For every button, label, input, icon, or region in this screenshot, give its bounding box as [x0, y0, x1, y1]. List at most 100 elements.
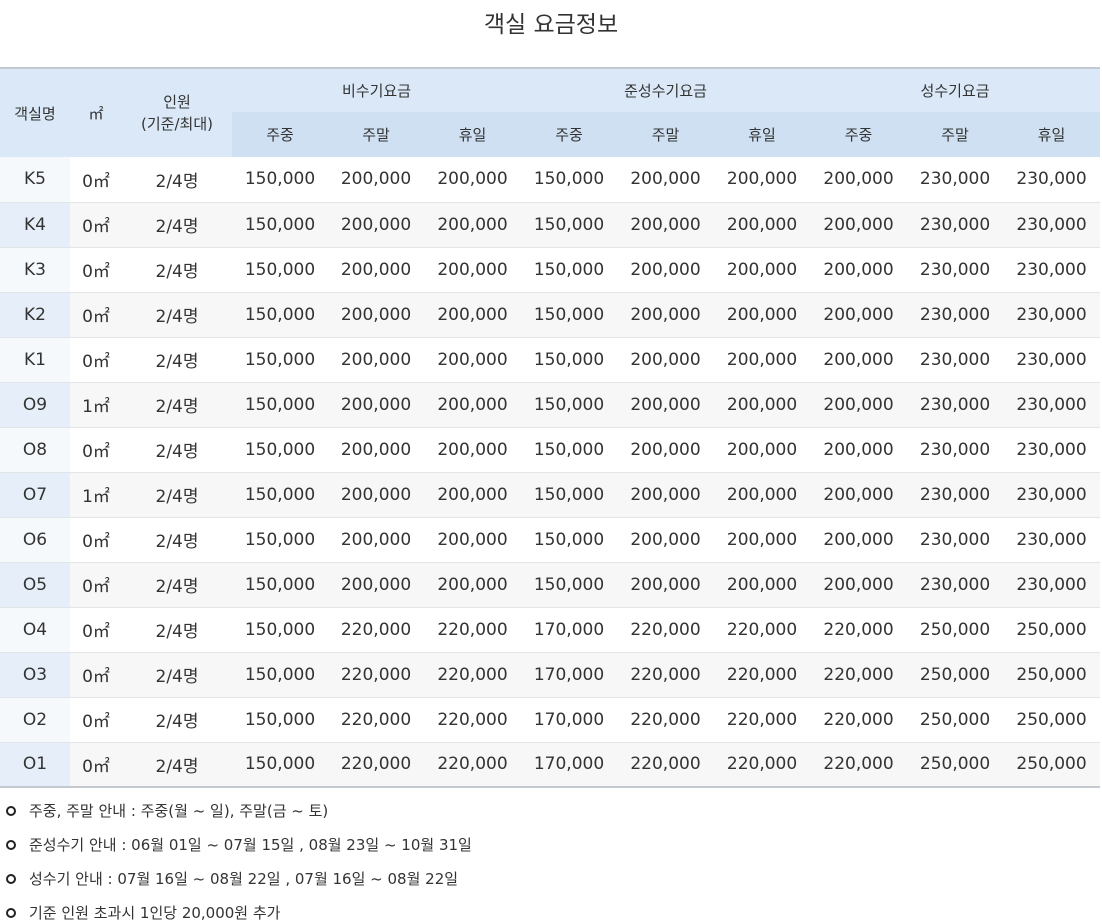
- area-cell: 0㎡: [70, 561, 122, 607]
- header-season-semi-peak: 준성수기요금: [521, 68, 811, 112]
- table-row: K1 0㎡ 2/4명 150,000 200,000 200,000 150,000 200,…: [0, 336, 1101, 382]
- rate-cell: 200,000: [617, 201, 715, 247]
- circle-bullet-icon: [6, 840, 16, 850]
- room-name-cell: O6: [0, 516, 70, 562]
- area-cell: 1㎡: [70, 471, 122, 517]
- rate-cell: 200,000: [726, 169, 798, 190]
- rate-cell: 150,000: [232, 606, 328, 652]
- occupancy-cell: 2/4명: [122, 561, 232, 607]
- rate-table: 객실명 ㎡ 인원 (기준/최대) 비수기요금 준성수기요금 성수기요금 주중 주…: [0, 67, 1101, 788]
- rate-cell: 200,000: [424, 381, 522, 427]
- table-row: K4 0㎡ 2/4명 150,000 200,000 200,000 150,000 200,…: [0, 201, 1101, 247]
- header-weekend: 주말: [907, 112, 1004, 157]
- rate-cell: 230,000: [919, 169, 991, 190]
- header-season-peak: 성수기요금: [810, 68, 1101, 112]
- rate-cell: 250,000: [1003, 741, 1101, 787]
- room-name-cell: O9: [0, 381, 70, 427]
- rate-cell: 220,000: [810, 606, 908, 652]
- rate-cell: 200,000: [328, 291, 424, 337]
- table-row: O4 0㎡ 2/4명 150,000 220,000 220,000 170,000 220,…: [0, 606, 1101, 652]
- rate-cell: 150,000: [232, 426, 328, 472]
- rate-cell: 220,000: [617, 696, 715, 742]
- rate-cell: 200,000: [328, 201, 424, 247]
- rate-cell: 150,000: [521, 246, 618, 292]
- rate-cell: 230,000: [907, 201, 1004, 247]
- rate-cell: 200,000: [424, 291, 522, 337]
- rate-cell: 220,000: [617, 741, 715, 787]
- rate-cell: 150,000: [521, 381, 618, 427]
- area-cell: 0㎡: [70, 426, 122, 472]
- rate-cell: 200,000: [810, 381, 908, 427]
- room-name-cell: O8: [0, 426, 70, 472]
- rate-cell: 220,000: [714, 651, 811, 697]
- occupancy-cell: 2/4명: [122, 336, 232, 382]
- occupancy-cell: 2/4명: [122, 291, 232, 337]
- rate-cell: 150,000: [521, 516, 618, 562]
- rate-cell: 200,000: [424, 426, 522, 472]
- rate-cell: 200,000: [714, 561, 811, 607]
- rate-cell: 200,000: [617, 426, 715, 472]
- rate-cell: 230,000: [1003, 471, 1101, 517]
- rate-cell: 200,000: [328, 381, 424, 427]
- area-cell: 0㎡: [70, 741, 122, 787]
- rate-cell: 220,000: [714, 606, 811, 652]
- rate-cell: 220,000: [810, 741, 908, 787]
- table-row: K5 0㎡ 2/4명 150,000 200,000 200,000 150,000 200,…: [0, 157, 1100, 202]
- header-holiday: 휴일: [714, 112, 811, 157]
- occupancy-cell: 2/4명: [122, 471, 232, 517]
- rate-cell: 250,000: [1003, 606, 1101, 652]
- rate-cell: 230,000: [907, 471, 1004, 517]
- area-cell: 0㎡: [70, 246, 122, 292]
- table-header: 객실명 ㎡ 인원 (기준/최대) 비수기요금 준성수기요금 성수기요금 주중 주…: [0, 68, 1101, 157]
- rate-cell: 200,000: [328, 516, 424, 562]
- note-text: 기준 인원 초과시 1인당 20,000원 추가: [29, 904, 281, 921]
- room-name-cell: O3: [0, 651, 70, 697]
- rate-cell: 230,000: [1003, 336, 1101, 382]
- rate-cell: 150,000: [521, 561, 618, 607]
- rate-cell: 250,000: [1003, 696, 1101, 742]
- note-item: 준성수기 안내 : 06월 01일 ~ 07월 15일 , 08월 23일 ~ …: [0, 828, 1102, 862]
- note-text: 주중, 주말 안내 : 주중(월 ~ 일), 주말(금 ~ 토): [29, 802, 329, 820]
- rate-cell: 220,000: [328, 651, 424, 697]
- area-cell: 1㎡: [70, 381, 122, 427]
- rate-cell: 200,000: [810, 246, 908, 292]
- rate-cell: 150,000: [232, 291, 328, 337]
- room-name-cell: O4: [0, 606, 70, 652]
- rate-cell: 200,000: [617, 246, 715, 292]
- area-cell: 0㎡: [70, 606, 122, 652]
- note-text: 성수기 안내 : 07월 16일 ~ 08월 22일 , 07월 16일 ~ 0…: [29, 870, 459, 888]
- rate-cell: 200,000: [714, 471, 811, 517]
- rate-cell: 220,000: [714, 696, 811, 742]
- occupancy-cell: 2/4명: [122, 201, 232, 247]
- header-occupancy: 인원 (기준/최대): [122, 68, 232, 157]
- rate-cell: 200,000: [810, 201, 908, 247]
- rate-cell: 150,000: [232, 696, 328, 742]
- rate-cell: 200,000: [617, 561, 715, 607]
- header-weekday: 주중: [810, 112, 908, 157]
- note-text: 준성수기 안내 : 06월 01일 ~ 07월 15일 , 08월 23일 ~ …: [29, 836, 472, 854]
- rate-cell: 200,000: [617, 471, 715, 517]
- rate-cell: 200,000: [328, 246, 424, 292]
- room-name-cell: O1: [0, 741, 70, 787]
- table-body: K5 0㎡ 2/4명 150,000 200,000 200,000 150,000 200,…: [0, 157, 1101, 787]
- area-cell: 0㎡: [70, 651, 122, 697]
- rate-cell: 200,000: [424, 471, 522, 517]
- occupancy-cell: 2/4명: [122, 246, 232, 292]
- rate-cell: 230,000: [907, 516, 1004, 562]
- rate-cell: 150,000: [521, 471, 618, 517]
- rate-cell: 200,000: [617, 336, 715, 382]
- table-row: O7 1㎡ 2/4명 150,000 200,000 200,000 150,000 200,…: [0, 471, 1101, 517]
- notes-list: 주중, 주말 안내 : 주중(월 ~ 일), 주말(금 ~ 토) 준성수기 안내 …: [0, 794, 1102, 921]
- rate-cell: 170,000: [521, 606, 618, 652]
- room-name-cell: K3: [0, 246, 70, 292]
- note-item: 주중, 주말 안내 : 주중(월 ~ 일), 주말(금 ~ 토): [0, 794, 1102, 828]
- rate-cell: 250,000: [907, 606, 1004, 652]
- rate-cell: 150,000: [521, 201, 618, 247]
- rate-cell: 220,000: [810, 651, 908, 697]
- rate-cell: 170,000: [521, 741, 618, 787]
- rate-cell: 170,000: [521, 651, 618, 697]
- rate-cell: 200,000: [328, 471, 424, 517]
- rate-cell: 150,000: [521, 336, 618, 382]
- header-weekend: 주말: [328, 112, 424, 157]
- circle-bullet-icon: [6, 874, 16, 884]
